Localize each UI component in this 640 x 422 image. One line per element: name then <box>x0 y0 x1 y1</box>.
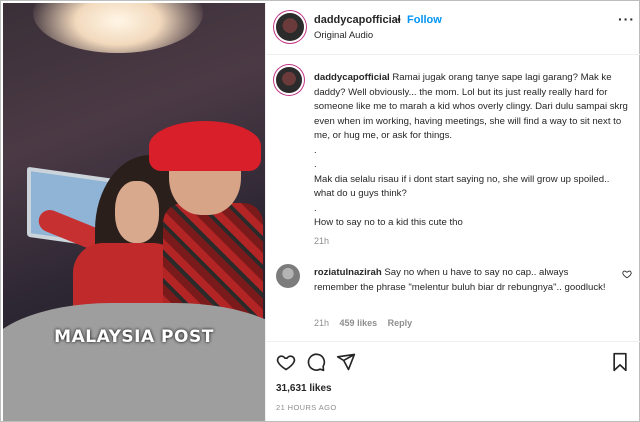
heart-icon[interactable] <box>276 352 296 372</box>
more-options-icon[interactable]: ··· <box>618 11 635 27</box>
caption-dot: . <box>314 144 317 156</box>
caption-dot: . <box>314 202 317 214</box>
post-timestamp[interactable]: 21 HOURS AGO <box>276 403 337 412</box>
blanket <box>3 303 265 421</box>
caption-username[interactable]: daddycapofficial <box>314 72 390 83</box>
share-icon[interactable] <box>336 352 356 372</box>
author-username[interactable]: daddycapofficial <box>314 14 401 26</box>
comment: roziatulnazirah Say no when u have to sa… <box>314 266 614 295</box>
comment-likes[interactable]: 459 likes <box>340 318 378 328</box>
audio-label[interactable]: Original Audio <box>314 30 373 41</box>
caption-timestamp[interactable]: 21h <box>314 236 329 246</box>
caption-text-2: Mak dia selalu risau if i dont start say… <box>314 173 610 200</box>
lamp-light <box>33 3 203 53</box>
post-video[interactable]: MALAYSIA POST <box>3 3 265 421</box>
likes-count[interactable]: 31,631 likes <box>276 383 332 394</box>
bookmark-icon[interactable] <box>610 352 630 372</box>
comment-meta: 21h 459 likes Reply <box>314 318 420 328</box>
caption-text-3: How to say no to a kid this cute tho <box>314 217 463 228</box>
post-details-panel: daddycapofficial • Follow Original Audio… <box>265 3 640 421</box>
red-cap <box>149 121 261 171</box>
instagram-post-window: MALAYSIA POST daddycapofficial • Follow … <box>0 0 640 422</box>
malaysia-post-watermark: MALAYSIA POST <box>54 327 214 347</box>
author-avatar[interactable] <box>276 13 304 41</box>
caption-dot: . <box>314 159 317 170</box>
post-header: daddycapofficial • Follow Original Audio… <box>266 3 640 55</box>
caption-author-avatar[interactable] <box>276 67 302 93</box>
comment-like-heart-icon[interactable] <box>622 269 632 279</box>
girl-face <box>115 181 159 243</box>
comment-timestamp[interactable]: 21h <box>314 318 329 328</box>
commenter-avatar[interactable] <box>276 264 300 288</box>
reply-button[interactable]: Reply <box>388 318 413 328</box>
post-caption: daddycapofficial Ramai jugak orang tanye… <box>314 71 630 231</box>
follow-button[interactable]: Follow <box>407 14 442 26</box>
action-bar <box>266 341 640 381</box>
commenter-username[interactable]: roziatulnazirah <box>314 267 382 278</box>
header-separator: • <box>397 14 401 26</box>
comment-icon[interactable] <box>306 352 326 372</box>
